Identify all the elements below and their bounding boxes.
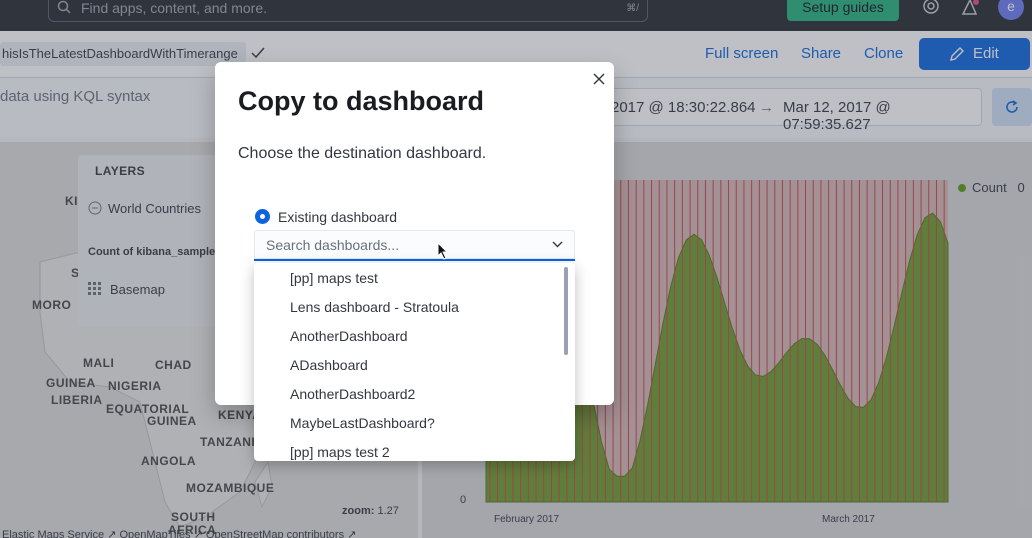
chevron-down-icon[interactable] bbox=[552, 241, 563, 248]
list-item[interactable]: [pp] maps test bbox=[290, 270, 378, 286]
list-item[interactable]: ADashboard bbox=[290, 357, 368, 373]
dashboard-search-input[interactable] bbox=[266, 237, 536, 253]
list-item[interactable]: MaybeLastDashboard? bbox=[290, 415, 435, 431]
list-item[interactable]: AnotherDashboard bbox=[290, 328, 408, 344]
scrollbar[interactable] bbox=[564, 267, 568, 355]
mouse-cursor-icon bbox=[437, 242, 449, 260]
dashboard-options-list: [pp] maps test Lens dashboard - Stratoul… bbox=[254, 263, 575, 461]
dashboard-search-combobox[interactable] bbox=[254, 230, 575, 261]
existing-dashboard-label[interactable]: Existing dashboard bbox=[278, 209, 397, 225]
modal-title: Copy to dashboard bbox=[238, 86, 485, 116]
list-item[interactable]: [pp] maps test 2 bbox=[290, 444, 390, 460]
list-item[interactable]: Lens dashboard - Stratoula bbox=[290, 299, 459, 315]
list-item[interactable]: AnotherDashboard2 bbox=[290, 386, 415, 402]
existing-dashboard-radio[interactable] bbox=[255, 209, 270, 224]
close-icon[interactable] bbox=[592, 72, 606, 86]
modal-description: Choose the destination dashboard. bbox=[238, 145, 487, 162]
